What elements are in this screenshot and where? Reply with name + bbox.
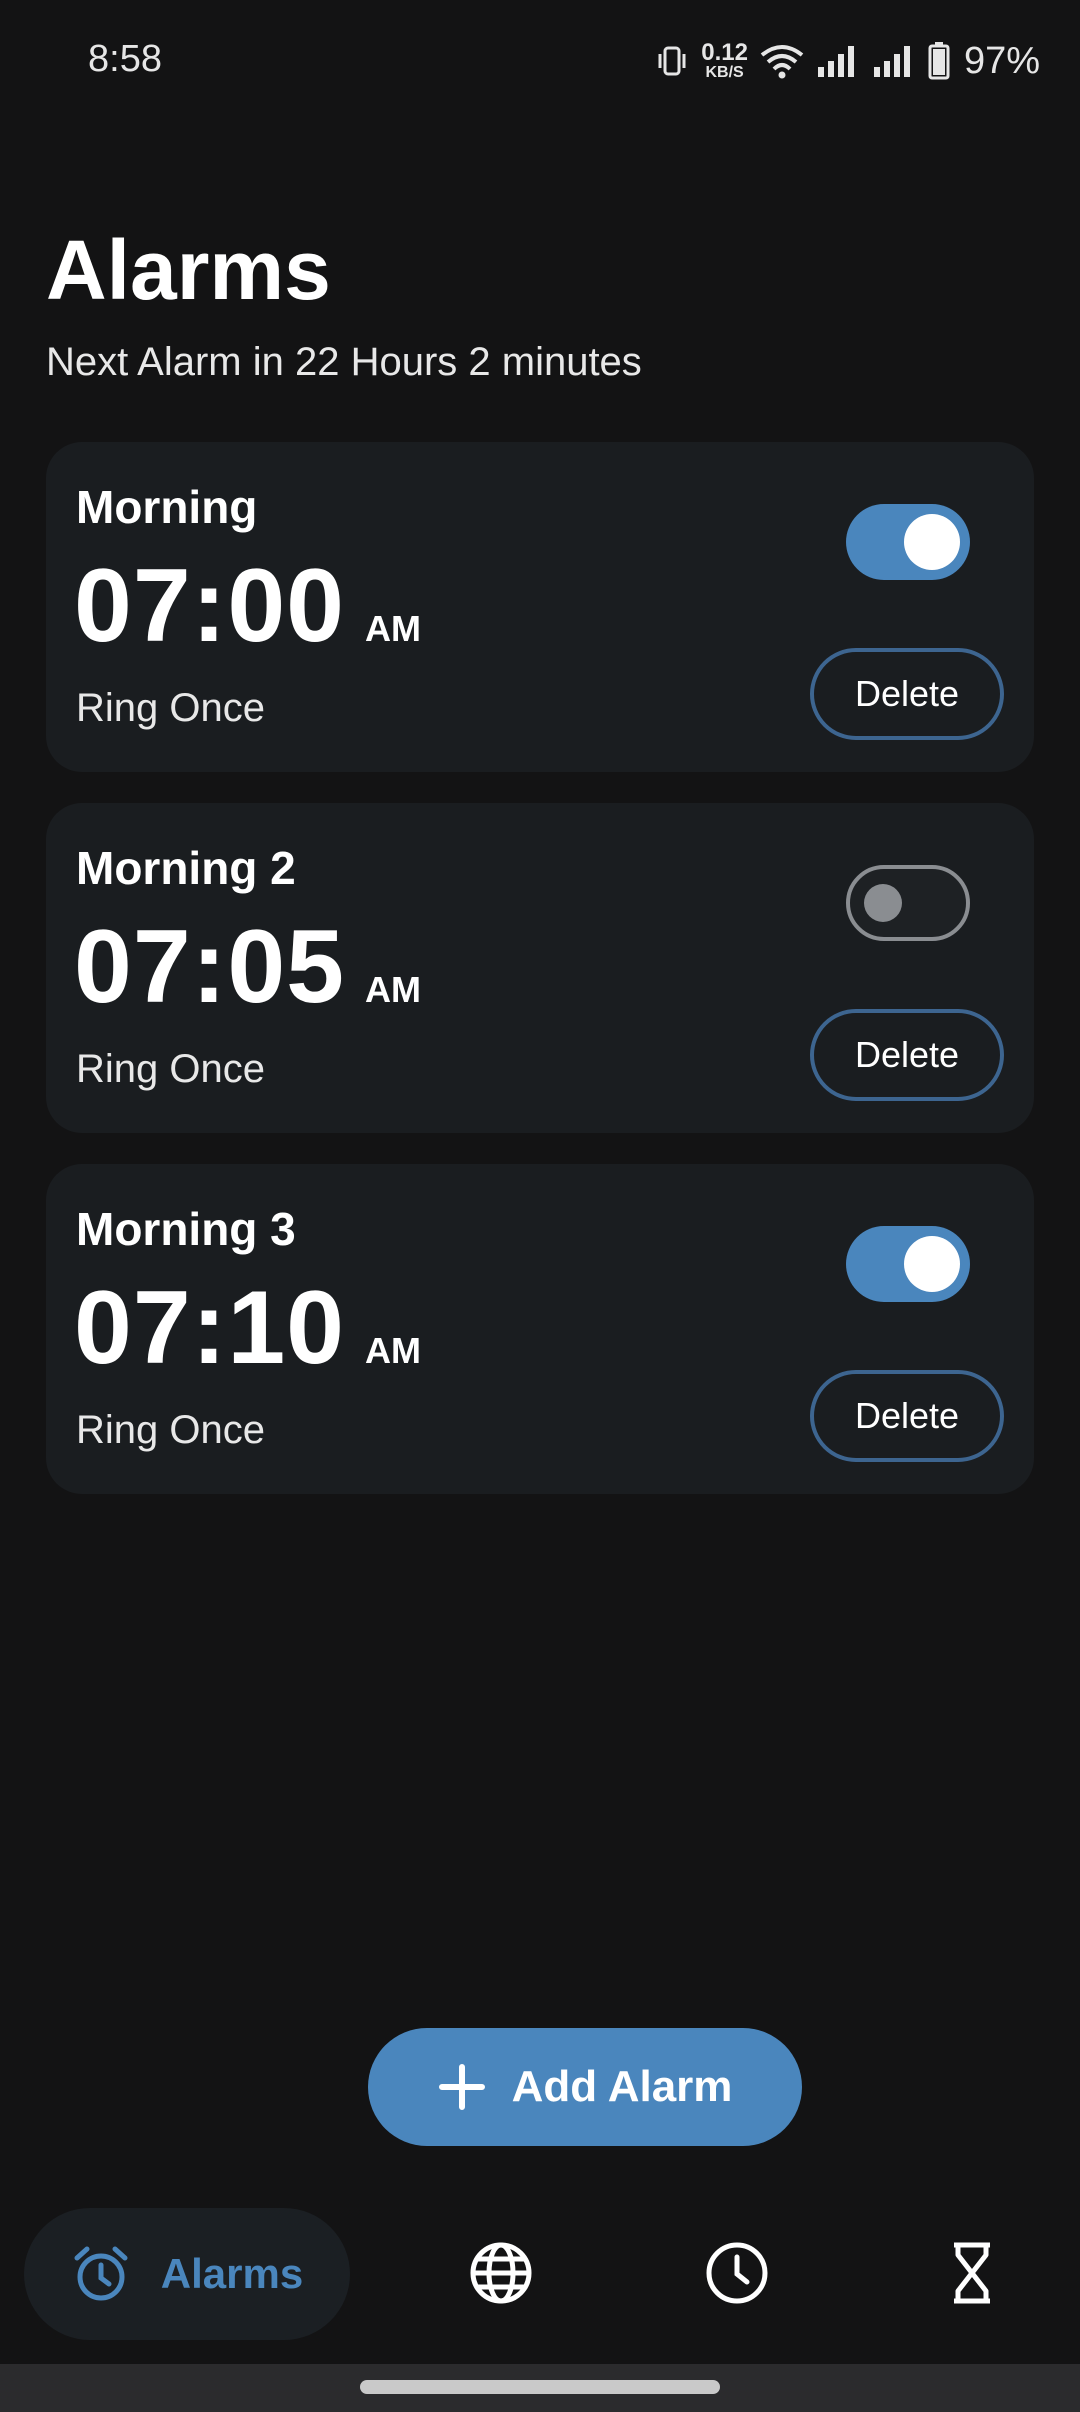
clock-icon [706,2242,768,2304]
alarm-time: 07:00 [74,548,345,664]
delete-button[interactable]: Delete [810,1370,1004,1462]
alarm-card[interactable]: Morning 2 07:05 AM Ring Once Delete [46,803,1034,1133]
alarm-time-row: 07:05 AM [74,915,421,1019]
alarm-time-row: 07:10 AM [74,1276,421,1380]
plus-icon [438,2064,485,2110]
toggle-knob [904,514,960,570]
alarm-name: Morning 3 [76,1203,296,1255]
signal-icon [817,46,854,77]
alarm-ampm: AM [365,969,421,1010]
alarm-name: Morning 2 [76,842,296,894]
status-bar: 8:58 0.12 KB/S 97% [0,0,1080,124]
network-speed-unit: KB/S [705,64,744,81]
alarm-time-row: 07:00 AM [74,554,421,658]
alarm-time: 07:10 [74,1270,345,1386]
delete-button[interactable]: Delete [810,648,1004,740]
battery-percent: 97% [963,39,1040,82]
alarm-ampm: AM [365,608,421,649]
alarm-toggle[interactable] [846,1226,970,1302]
wifi-icon [760,45,804,79]
alarm-time: 07:05 [74,909,345,1025]
alarm-repeat: Ring Once [76,1408,265,1452]
delete-button[interactable]: Delete [810,1009,1004,1101]
alarm-clock-icon [74,2246,128,2301]
alarm-toggle[interactable] [846,865,970,941]
hourglass-icon [954,2242,990,2304]
globe-icon [470,2242,532,2304]
add-alarm-button[interactable]: Add Alarm [368,2028,802,2146]
signal-icon [873,46,910,77]
toggle-knob [864,884,902,922]
status-icons: 0.12 KB/S 97% [655,36,1040,86]
alarm-card[interactable]: Morning 3 07:10 AM Ring Once Delete [46,1164,1034,1494]
bottom-nav: Alarms [0,2200,1080,2364]
nav-item-world-clock[interactable] [468,2240,534,2306]
alarm-card[interactable]: Morning 07:00 AM Ring Once Delete [46,442,1034,772]
nav-item-alarms[interactable]: Alarms [24,2208,350,2340]
network-speed: 0.12 KB/S [701,41,748,81]
gesture-area [0,2364,1080,2412]
network-speed-value: 0.12 [701,39,748,66]
alarm-toggle[interactable] [846,504,970,580]
nav-item-timer[interactable] [939,2240,1005,2306]
alarm-repeat: Ring Once [76,1047,265,1091]
toggle-knob [904,1236,960,1292]
next-alarm-text: Next Alarm in 22 Hours 2 minutes [46,340,642,384]
alarm-ampm: AM [365,1330,421,1371]
page-title: Alarms [46,223,331,317]
nav-label-alarms: Alarms [160,2250,304,2297]
battery-icon [928,42,950,80]
vibrate-icon [658,46,686,76]
home-indicator[interactable] [360,2380,720,2394]
alarm-repeat: Ring Once [76,686,265,730]
alarm-name: Morning [76,481,258,533]
alarm-list: Morning 07:00 AM Ring Once Delete Mornin… [46,442,1034,1525]
nav-item-clock[interactable] [704,2240,770,2306]
add-alarm-label: Add Alarm [511,2062,733,2111]
status-time: 8:58 [88,38,162,80]
